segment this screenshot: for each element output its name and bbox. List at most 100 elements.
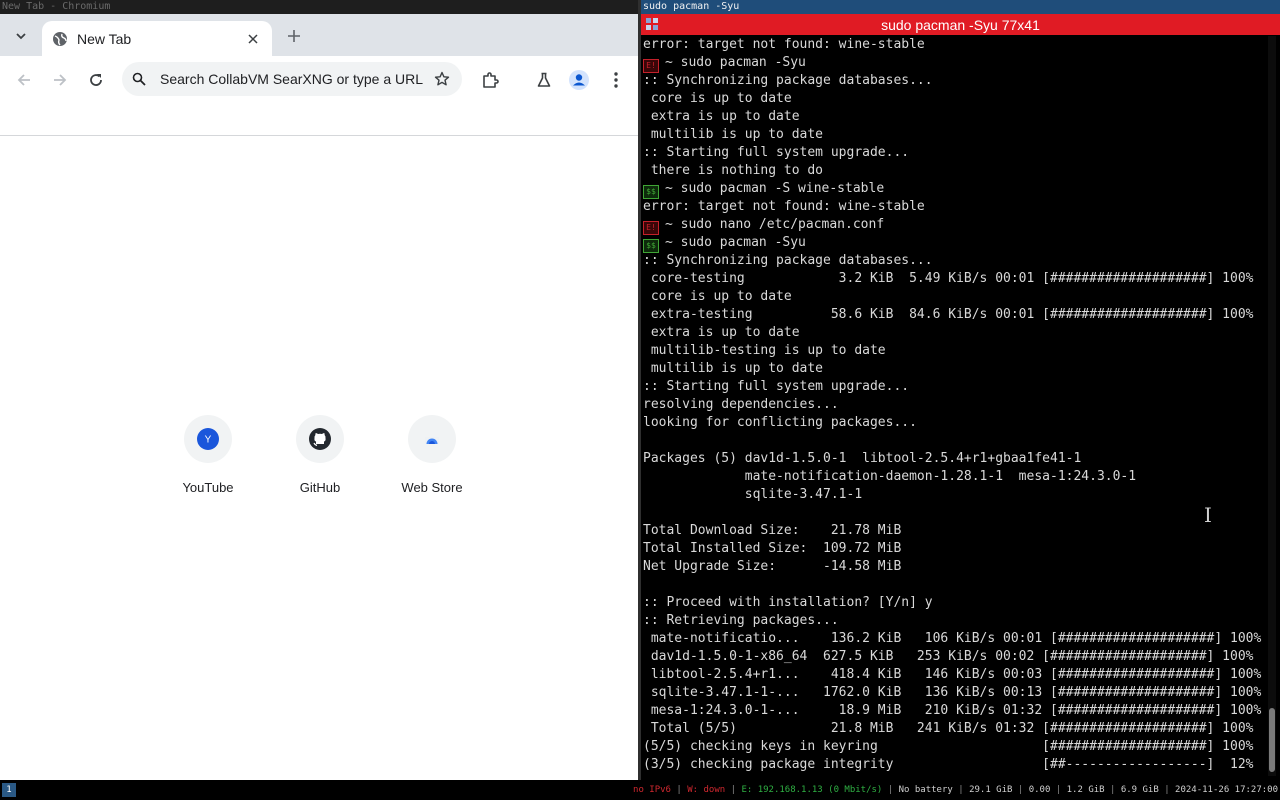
terminal-line: multilib is up to date	[643, 360, 1263, 378]
new-tab-button[interactable]	[282, 24, 306, 48]
terminal-line-text: (5/5) checking keys in keyring [########…	[643, 739, 1254, 754]
terminal-line-text: :: Synchronizing package databases...	[643, 73, 933, 88]
terminal-line-text: ~ sudo pacman -Syu	[665, 235, 806, 250]
disk-status: 29.1 GiB	[969, 785, 1013, 795]
terminal-line: (3/5) checking package integrity [##----…	[643, 756, 1263, 774]
terminal-line-text: sqlite-3.47.1-1	[643, 487, 863, 502]
terminal-line: :: Starting full system upgrade...	[643, 144, 1263, 162]
back-button[interactable]	[11, 67, 37, 93]
terminal-line: sqlite-3.47.1-1	[643, 486, 1263, 504]
menu-button[interactable]	[603, 67, 629, 93]
tab-new-tab[interactable]: New Tab	[42, 21, 272, 56]
shortcut-web-store[interactable]: Web Store	[376, 415, 488, 495]
shortcut-youtube[interactable]: Y YouTube	[152, 415, 264, 495]
star-icon	[434, 71, 450, 86]
ipv6-status: no IPv6	[633, 785, 671, 795]
terminal-line-text: :: Starting full system upgrade...	[643, 145, 910, 160]
terminal-line-text: :: Starting full system upgrade...	[643, 379, 910, 394]
workspace-button[interactable]: 1	[2, 783, 16, 797]
search-icon	[132, 71, 148, 87]
shortcut-github[interactable]: GitHub	[264, 415, 376, 495]
shortcuts-grid: Y YouTube GitHub Web Store	[152, 415, 488, 495]
avatar-icon	[569, 70, 589, 90]
ethernet-status: E: 192.168.1.13 (0 Mbit/s)	[741, 785, 883, 795]
terminal-scrollbar[interactable]	[1268, 36, 1276, 776]
terminal-line-text: error: target not found: wine-stable	[643, 199, 925, 214]
shortcut-label: GitHub	[299, 480, 341, 495]
terminal-line: extra-testing 58.6 KiB 84.6 KiB/s 00:01 …	[643, 306, 1263, 324]
prompt-ok-icon: $$	[643, 185, 659, 199]
terminal-line: libtool-2.5.4+r1... 418.4 KiB 146 KiB/s …	[643, 666, 1263, 684]
terminal-line: extra is up to date	[643, 324, 1263, 342]
terminal-line-text: ~ sudo nano /etc/pacman.conf	[665, 217, 885, 232]
extensions-button[interactable]	[477, 67, 503, 93]
terminal-line: looking for conflicting packages...	[643, 414, 1263, 432]
terminal-line-text: ~ sudo pacman -Syu	[665, 55, 806, 70]
omnibox-input[interactable]	[160, 71, 432, 87]
reload-button[interactable]	[83, 67, 109, 93]
new-tab-page: Y YouTube GitHub Web Store	[0, 137, 640, 780]
shortcut-tile: Y	[184, 415, 232, 463]
labs-button[interactable]	[531, 67, 557, 93]
terminal-line: E! ~ sudo nano /etc/pacman.conf	[643, 216, 1263, 235]
terminal-line-text: :: Synchronizing package databases...	[643, 253, 933, 268]
terminal-line: error: target not found: wine-stable	[643, 198, 1263, 216]
terminal-line-text: there is nothing to do	[643, 163, 824, 178]
load-status: 0.00	[1028, 785, 1051, 795]
youtube-tile-letter: Y	[205, 435, 212, 446]
status-bar: 1 no IPv6 | W: down | E: 192.168.1.13 (0…	[0, 780, 1280, 800]
terminal-line-text: sqlite-3.47.1-1-... 1762.0 KiB 136 KiB/s…	[643, 685, 1262, 700]
terminal-line: Total Download Size: 21.78 MiB	[643, 522, 1263, 540]
terminal-line-text: multilib-testing is up to date	[643, 343, 886, 358]
terminal-line-text: dav1d-1.5.0-1-x86_64 627.5 KiB 253 KiB/s…	[643, 649, 1254, 664]
flask-icon	[537, 72, 551, 87]
terminal-line-text: :: Retrieving packages...	[643, 613, 839, 628]
globe-icon	[52, 31, 68, 47]
status-indicators: no IPv6 | W: down | E: 192.168.1.13 (0 M…	[633, 785, 1278, 795]
terminal-app-icon	[646, 18, 658, 30]
terminal-line-text: core is up to date	[643, 289, 792, 304]
terminal-line-text: Total Installed Size: 109.72 MiB	[643, 541, 902, 556]
arrow-left-icon	[17, 74, 30, 86]
terminal-output[interactable]: error: target not found: wine-stable E! ~ …	[643, 36, 1263, 780]
terminal-line: multilib-testing is up to date	[643, 342, 1263, 360]
tab-search-button[interactable]	[10, 25, 32, 47]
scrollbar-thumb[interactable]	[1269, 708, 1275, 772]
terminal-line: Packages (5) dav1d-1.5.0-1 libtool-2.5.4…	[643, 450, 1263, 468]
close-icon	[248, 33, 258, 44]
shortcut-label: YouTube	[182, 480, 234, 495]
terminal-line-text: core-testing 3.2 KiB 5.49 KiB/s 00:01 [#…	[643, 271, 1254, 286]
terminal-line: Net Upgrade Size: -14.58 MiB	[643, 558, 1263, 576]
terminal-line: error: target not found: wine-stable	[643, 36, 1263, 54]
terminal-title-bar[interactable]: sudo pacman -Syu 77x41	[641, 14, 1280, 35]
address-bar[interactable]	[122, 62, 462, 96]
reload-icon	[90, 74, 102, 86]
terminal-line: mate-notificatio... 136.2 KiB 106 KiB/s …	[643, 630, 1263, 648]
browser-toolbar	[0, 56, 640, 102]
terminal-line-text: mate-notification-daemon-1.28.1-1 mesa-1…	[643, 469, 1137, 484]
terminal-line: there is nothing to do	[643, 162, 1263, 180]
prompt-ok-icon: $$	[643, 239, 659, 253]
terminal-line: Total (5/5) 21.8 MiB 241 KiB/s 01:32 [##…	[643, 720, 1263, 738]
shortcut-tile	[408, 415, 456, 463]
bookmark-star-button[interactable]	[432, 69, 452, 89]
terminal-line-text: error: target not found: wine-stable	[643, 37, 925, 52]
youtube-letter-icon: Y	[197, 428, 219, 450]
terminal-line: core is up to date	[643, 90, 1263, 108]
terminal-line: sqlite-3.47.1-1-... 1762.0 KiB 136 KiB/s…	[643, 684, 1263, 702]
terminal-line: resolving dependencies...	[643, 396, 1263, 414]
github-icon	[309, 428, 331, 450]
terminal-line: $$ ~ sudo pacman -Syu	[643, 234, 1263, 253]
chevron-down-icon	[16, 33, 26, 40]
terminal-line: dav1d-1.5.0-1-x86_64 627.5 KiB 253 KiB/s…	[643, 648, 1263, 666]
terminal-line-text: mate-notificatio... 136.2 KiB 106 KiB/s …	[643, 631, 1262, 646]
shortcut-tile	[296, 415, 344, 463]
profile-button[interactable]	[566, 67, 592, 93]
terminal-line: Total Installed Size: 109.72 MiB	[643, 540, 1263, 558]
forward-button[interactable]	[47, 67, 73, 93]
prompt-error-icon: E!	[643, 59, 659, 73]
close-tab-button[interactable]	[244, 30, 262, 48]
terminal-line-text: :: Proceed with installation? [Y/n] y	[643, 595, 933, 610]
